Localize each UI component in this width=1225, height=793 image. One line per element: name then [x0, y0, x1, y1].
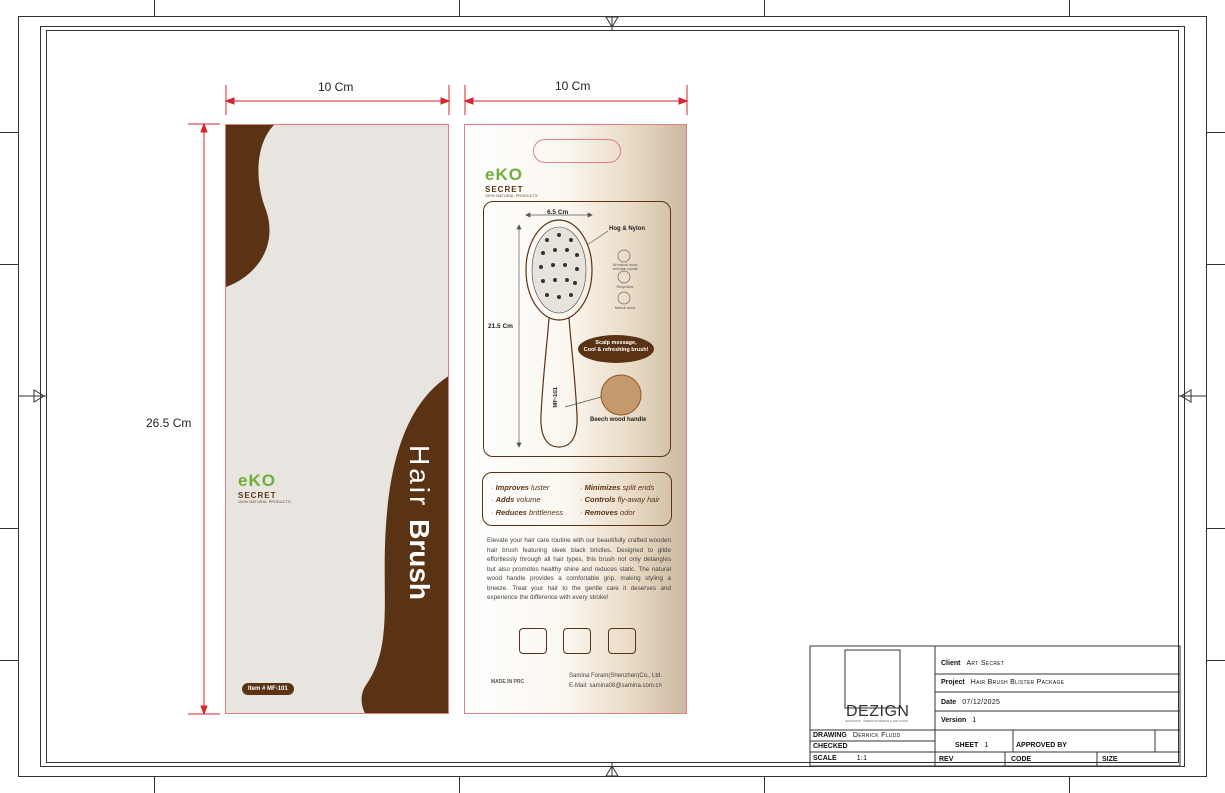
sheet-value: 1 [984, 742, 989, 749]
date-value: 07/12/2025 [962, 699, 1001, 706]
rev-label: REV [939, 756, 954, 763]
project-value: Hair Brush Blister Package [970, 679, 1065, 686]
checked-label: CHECKED [813, 743, 848, 750]
scale-value: 1:1 [856, 755, 868, 762]
version-row: Version 1 [941, 717, 977, 724]
dezign-tagline: GRAPHICS · WEBSITE DESIGN & SOLUTION [845, 719, 909, 723]
project-row: Project Hair Brush Blister Package [941, 679, 1065, 686]
drawing-value: Derrick Fludd [852, 732, 901, 739]
client-value: Art Secret [966, 660, 1005, 667]
code-label: CODE [1011, 756, 1032, 763]
date-row: Date 07/12/2025 [941, 699, 1001, 706]
sheet-row: SHEET 1 [955, 742, 989, 749]
title-block-grid [809, 645, 1181, 767]
client-row: Client Art Secret [941, 660, 1005, 667]
approved-label: APPROVED BY [1016, 742, 1067, 749]
scale-row: SCALE 1:1 [813, 755, 868, 762]
size-label: SIZE [1102, 756, 1118, 763]
drawing-row: DRAWING Derrick Fludd [813, 732, 901, 739]
version-value: 1 [972, 717, 977, 724]
